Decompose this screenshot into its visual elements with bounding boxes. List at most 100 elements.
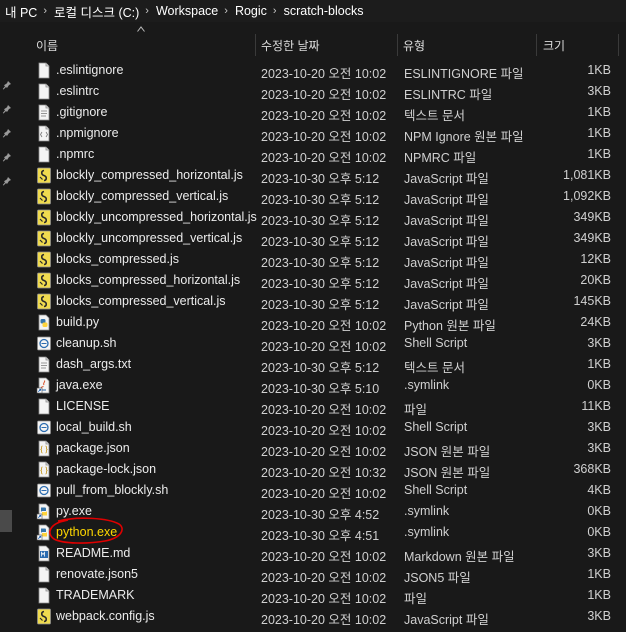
breadcrumb-item[interactable]: scratch-blocks [284, 4, 364, 18]
file-name[interactable]: webpack.config.js [56, 609, 155, 623]
file-name[interactable]: blockly_uncompressed_horizontal.js [56, 210, 257, 224]
chevron-right-icon[interactable]: › [224, 5, 228, 17]
chevron-right-icon[interactable]: › [273, 5, 277, 17]
file-name[interactable]: README.md [56, 546, 130, 560]
file-name[interactable]: blockly_compressed_horizontal.js [56, 168, 243, 182]
file-name[interactable]: package-lock.json [56, 462, 156, 476]
file-row[interactable]: python.exe 2023-10-30 오후 4:51 .symlink 0KB [0, 522, 626, 543]
file-row[interactable]: renovate.json5 2023-10-20 오전 10:02 JSON5 파… [0, 564, 626, 585]
breadcrumb-item[interactable]: 내 PC [5, 2, 37, 21]
file-size: 3KB [587, 441, 611, 455]
file-row[interactable]: blockly_uncompressed_horizontal.js 2023-1… [0, 207, 626, 228]
file-row[interactable]: pull_from_blockly.sh 2023-10-20 오전 10:02 S… [0, 480, 626, 501]
blank-file-icon [36, 566, 52, 583]
file-size: 1KB [587, 357, 611, 371]
file-row[interactable]: .npmignore 2023-10-20 오전 10:02 NPM Ignore … [0, 123, 626, 144]
json-file-icon [36, 440, 52, 457]
chevron-right-icon[interactable]: › [43, 5, 47, 17]
file-row[interactable]: cleanup.sh 2023-10-20 오전 10:02 Shell Scrip… [0, 333, 626, 354]
file-modified-date: 2023-10-20 오전 10:02 [261, 319, 387, 333]
file-row[interactable]: package-lock.json 2023-10-20 오전 10:32 JSON… [0, 459, 626, 480]
file-modified-date: 2023-10-20 오전 10:02 [261, 487, 387, 501]
file-name[interactable]: .npmignore [56, 126, 119, 140]
file-row[interactable]: .eslintrc 2023-10-20 오전 10:02 ESLINTRC 파일 3… [0, 81, 626, 102]
file-size: 3KB [587, 420, 611, 434]
file-row[interactable]: package.json 2023-10-20 오전 10:02 JSON 원본 파… [0, 438, 626, 459]
file-name[interactable]: LICENSE [56, 399, 110, 413]
column-divider[interactable] [536, 34, 537, 56]
file-row[interactable]: dash_args.txt 2023-10-30 오후 5:12 텍스트 문서 1KB [0, 354, 626, 375]
file-size: 12KB [580, 252, 611, 266]
file-modified-date: 2023-10-20 오전 10:02 [261, 613, 387, 627]
file-size: 4KB [587, 483, 611, 497]
file-name[interactable]: build.py [56, 315, 99, 329]
file-type: JavaScript 파일 [404, 235, 489, 249]
file-row[interactable]: blocks_compressed_vertical.js 2023-10-30 … [0, 291, 626, 312]
file-row[interactable]: README.md 2023-10-20 오전 10:02 Markdown 원본 … [0, 543, 626, 564]
markdown-file-icon [36, 545, 52, 562]
file-row[interactable]: blockly_uncompressed_vertical.js 2023-10-… [0, 228, 626, 249]
file-modified-date: 2023-10-30 오후 5:12 [261, 235, 380, 249]
file-modified-date: 2023-10-30 오후 5:12 [261, 172, 380, 186]
file-row[interactable]: .npmrc 2023-10-20 오전 10:02 NPMRC 파일 1KB [0, 144, 626, 165]
file-size: 3KB [587, 546, 611, 560]
file-name[interactable]: blocks_compressed_vertical.js [56, 294, 226, 308]
javascript-file-icon [36, 209, 52, 226]
file-name[interactable]: python.exe [56, 525, 117, 539]
file-name[interactable]: renovate.json5 [56, 567, 138, 581]
file-name[interactable]: blocks_compressed_horizontal.js [56, 273, 240, 287]
file-row[interactable]: build.py 2023-10-20 오전 10:02 Python 원본 파일 2… [0, 312, 626, 333]
column-divider[interactable] [255, 34, 256, 56]
file-name[interactable]: .eslintrc [56, 84, 99, 98]
file-type: JavaScript 파일 [404, 298, 489, 312]
file-name[interactable]: cleanup.sh [56, 336, 116, 350]
column-header-size[interactable]: 크기 [543, 37, 565, 54]
file-name[interactable]: blockly_uncompressed_vertical.js [56, 231, 242, 245]
file-name[interactable]: TRADEMARK [56, 588, 134, 602]
file-row[interactable]: local_build.sh 2023-10-20 오전 10:02 Shell S… [0, 417, 626, 438]
column-header-name[interactable]: 이름 [36, 37, 58, 54]
file-modified-date: 2023-10-30 오후 5:12 [261, 193, 380, 207]
column-header-date[interactable]: 수정한 날짜 [261, 37, 320, 54]
file-name[interactable]: py.exe [56, 504, 92, 518]
file-row[interactable]: blockly_compressed_horizontal.js 2023-10-… [0, 165, 626, 186]
column-header-type[interactable]: 유형 [403, 37, 425, 54]
file-row[interactable]: blocks_compressed.js 2023-10-30 오후 5:12 Ja… [0, 249, 626, 270]
column-divider[interactable] [618, 34, 619, 56]
file-type: Python 원본 파일 [404, 319, 496, 333]
file-name[interactable]: .gitignore [56, 105, 107, 119]
file-name[interactable]: dash_args.txt [56, 357, 131, 371]
file-name[interactable]: pull_from_blockly.sh [56, 483, 168, 497]
breadcrumb-item[interactable]: Rogic [235, 4, 267, 18]
file-row[interactable]: webpack.config.js 2023-10-20 오전 10:02 Java… [0, 606, 626, 627]
file-size: 11KB [581, 399, 611, 413]
file-type: JavaScript 파일 [404, 613, 489, 627]
file-row[interactable]: .gitignore 2023-10-20 오전 10:02 텍스트 문서 1KB [0, 102, 626, 123]
python-shortcut-icon [36, 503, 52, 520]
file-name[interactable]: .npmrc [56, 147, 94, 161]
file-name[interactable]: .eslintignore [56, 63, 123, 77]
column-divider[interactable] [397, 34, 398, 56]
file-name[interactable]: local_build.sh [56, 420, 132, 434]
file-row[interactable]: LICENSE 2023-10-20 오전 10:02 파일 11KB [0, 396, 626, 417]
file-row[interactable]: TRADEMARK 2023-10-20 오전 10:02 파일 1KB [0, 585, 626, 606]
file-size: 0KB [587, 378, 611, 392]
file-name[interactable]: package.json [56, 441, 130, 455]
file-name[interactable]: blocks_compressed.js [56, 252, 179, 266]
file-row[interactable]: py.exe 2023-10-30 오후 4:52 .symlink 0KB [0, 501, 626, 522]
breadcrumb[interactable]: 내 PC › 로컬 디스크 (C:) › Workspace › Rogic ›… [0, 0, 626, 22]
file-modified-date: 2023-10-20 오전 10:02 [261, 445, 387, 459]
breadcrumb-item[interactable]: 로컬 디스크 (C:) [54, 2, 139, 21]
javascript-file-icon [36, 230, 52, 247]
breadcrumb-item[interactable]: Workspace [156, 4, 218, 18]
chevron-right-icon[interactable]: › [145, 5, 149, 17]
file-row[interactable]: blockly_compressed_vertical.js 2023-10-30… [0, 186, 626, 207]
blank-file-icon [36, 146, 52, 163]
file-name[interactable]: blockly_compressed_vertical.js [56, 189, 228, 203]
sort-ascending-icon[interactable] [137, 26, 145, 32]
file-size: 1,081KB [563, 168, 611, 182]
file-row[interactable]: java.exe 2023-10-30 오후 5:10 .symlink 0KB [0, 375, 626, 396]
file-row[interactable]: .eslintignore 2023-10-20 오전 10:02 ESLINTIG… [0, 60, 626, 81]
file-row[interactable]: blocks_compressed_horizontal.js 2023-10-3… [0, 270, 626, 291]
file-name[interactable]: java.exe [56, 378, 103, 392]
